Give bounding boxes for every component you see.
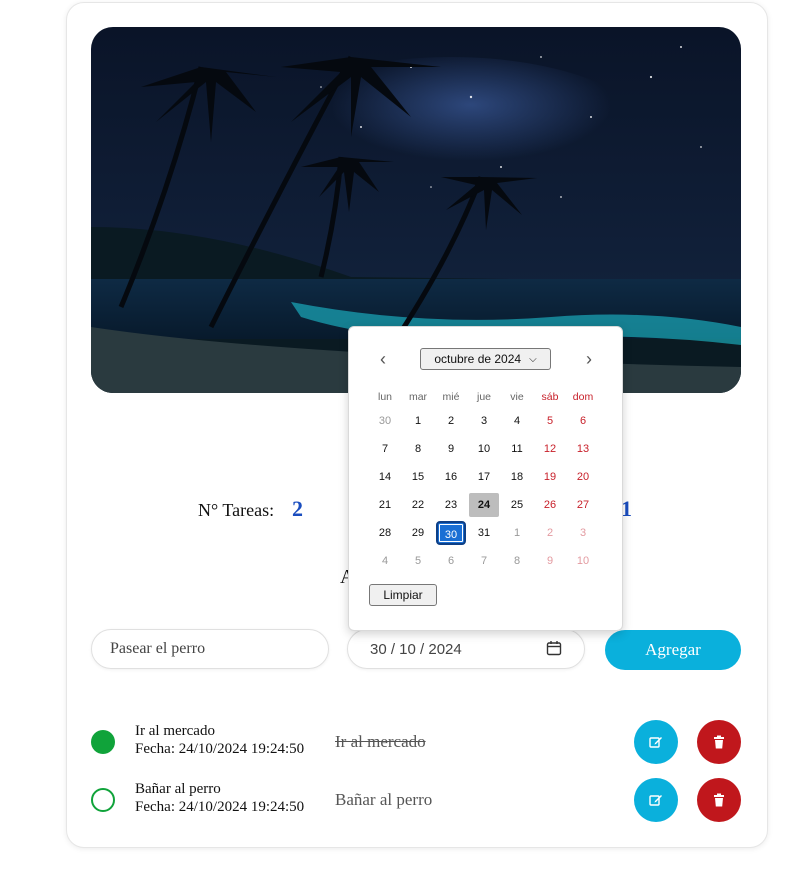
calendar-day[interactable]: 28 xyxy=(370,521,400,545)
calendar-day[interactable]: 5 xyxy=(535,409,565,433)
task-date: Fecha: 24/10/2024 19:24:50 xyxy=(135,799,305,815)
month-year-select[interactable]: octubre de 2024 ⌵ xyxy=(420,348,551,370)
calendar-day[interactable]: 8 xyxy=(403,437,433,461)
trash-icon xyxy=(714,793,724,807)
calendar-day[interactable]: 2 xyxy=(535,521,565,545)
task-description: Ir al mercado xyxy=(335,732,426,751)
calendar-day[interactable]: 29 xyxy=(403,521,433,545)
task-date: Fecha: 24/10/2024 19:24:50 xyxy=(135,741,305,757)
weekday-header: sáb xyxy=(541,391,559,403)
calendar-day[interactable]: 17 xyxy=(469,465,499,489)
trash-icon xyxy=(714,735,724,749)
clear-date-button[interactable]: Limpiar xyxy=(369,584,437,606)
calendar-day[interactable]: 3 xyxy=(469,409,499,433)
calendar-day[interactable]: 20 xyxy=(568,465,598,489)
calendar-day[interactable]: 1 xyxy=(403,409,433,433)
calendar-day[interactable]: 16 xyxy=(436,465,466,489)
edit-icon xyxy=(649,795,662,806)
next-month-icon[interactable]: › xyxy=(579,349,599,370)
task-input[interactable]: Pasear el perro xyxy=(91,629,329,669)
delete-button[interactable] xyxy=(697,720,741,764)
date-picker-popup: ‹ octubre de 2024 ⌵ › lun mar mié jue vie sáb… xyxy=(348,326,623,631)
prev-month-icon[interactable]: ‹ xyxy=(373,349,393,370)
calendar-day[interactable]: 12 xyxy=(535,437,565,461)
calendar-day[interactable]: 25 xyxy=(502,493,532,517)
task-info: Ir al mercado Fecha: 24/10/2024 19:24:50 xyxy=(135,722,304,758)
edit-button[interactable] xyxy=(634,778,678,822)
delete-button[interactable] xyxy=(697,778,741,822)
calendar-icon[interactable] xyxy=(546,640,562,659)
calendar-day[interactable]: 27 xyxy=(568,493,598,517)
calendar-day[interactable]: 18 xyxy=(502,465,532,489)
weekday-header: jue xyxy=(476,391,491,403)
edit-icon xyxy=(649,737,662,748)
calendar-day[interactable]: 4 xyxy=(370,549,400,573)
calendar-day[interactable]: 6 xyxy=(568,409,598,433)
date-input[interactable]: 30 / 10 / 2024 xyxy=(347,629,585,669)
task-title: Bañar al perro xyxy=(135,781,221,797)
calendar-day[interactable]: 24 xyxy=(469,493,499,517)
task-status-toggle[interactable] xyxy=(91,788,115,812)
calendar-day[interactable]: 26 xyxy=(535,493,565,517)
calendar-day[interactable]: 19 xyxy=(535,465,565,489)
weekday-header: mar xyxy=(408,391,428,403)
calendar-day[interactable]: 10 xyxy=(568,549,598,573)
calendar-day[interactable]: 9 xyxy=(436,437,466,461)
task-row: Bañar al perro Fecha: 24/10/2024 19:24:5… xyxy=(91,778,741,822)
calendar-day[interactable]: 13 xyxy=(568,437,598,461)
calendar-day[interactable]: 11 xyxy=(502,437,532,461)
weekday-header: lun xyxy=(377,391,392,403)
calendar-day[interactable]: 4 xyxy=(502,409,532,433)
calendar-day[interactable]: 14 xyxy=(370,465,400,489)
chevron-down-icon: ⌵ xyxy=(529,353,537,365)
calendar-day[interactable]: 21 xyxy=(370,493,400,517)
task-info: Bañar al perro Fecha: 24/10/2024 19:24:5… xyxy=(135,780,304,816)
calendar-day[interactable]: 7 xyxy=(370,437,400,461)
calendar-day[interactable]: 5 xyxy=(403,549,433,573)
task-description: Bañar al perro xyxy=(335,790,433,809)
weekday-header: vie xyxy=(510,391,524,403)
date-input-value: 30 / 10 / 2024 xyxy=(370,640,462,658)
weekday-header: dom xyxy=(572,391,594,403)
calendar-day[interactable]: 23 xyxy=(436,493,466,517)
calendar-day[interactable]: 1 xyxy=(502,521,532,545)
month-year-label: octubre de 2024 xyxy=(434,352,522,366)
task-title: Ir al mercado xyxy=(135,723,215,739)
task-row: Ir al mercado Fecha: 24/10/2024 19:24:50… xyxy=(91,720,741,764)
weekday-header: mié xyxy=(442,391,460,403)
calendar-day[interactable]: 7 xyxy=(469,549,499,573)
calendar-day[interactable]: 30 xyxy=(436,521,466,545)
calendar-day[interactable]: 2 xyxy=(436,409,466,433)
add-task-button[interactable]: Agregar xyxy=(605,630,741,670)
calendar-day[interactable]: 30 xyxy=(370,409,400,433)
calendar-day[interactable]: 8 xyxy=(502,549,532,573)
tasks-count-label: N° Tareas: xyxy=(198,500,275,520)
calendar-day[interactable]: 22 xyxy=(403,493,433,517)
edit-button[interactable] xyxy=(634,720,678,764)
calendar-day[interactable]: 15 xyxy=(403,465,433,489)
calendar-day[interactable]: 10 xyxy=(469,437,499,461)
calendar-day[interactable]: 3 xyxy=(568,521,598,545)
calendar-day[interactable]: 9 xyxy=(535,549,565,573)
calendar-day[interactable]: 31 xyxy=(469,521,499,545)
tasks-count-value: 2 xyxy=(292,496,303,521)
task-status-toggle[interactable] xyxy=(91,730,115,754)
calendar-day[interactable]: 6 xyxy=(436,549,466,573)
